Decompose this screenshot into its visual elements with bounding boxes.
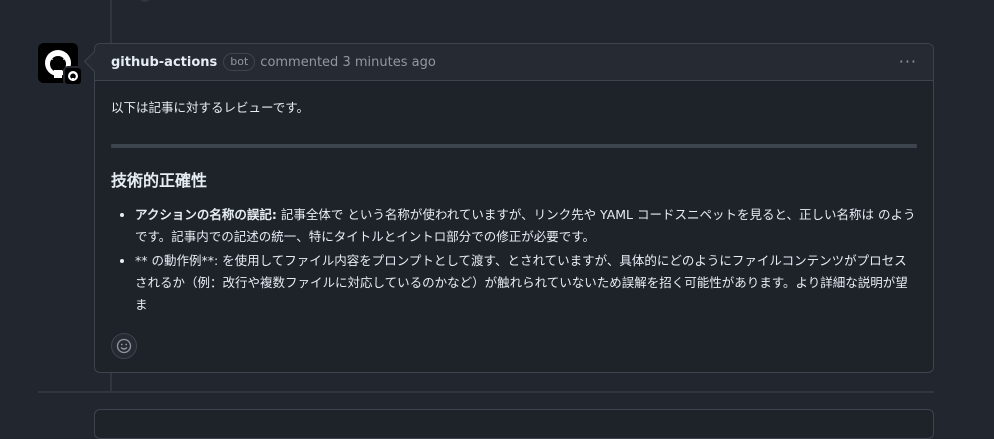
comment-timestamp[interactable]: commented 3 minutes ago bbox=[260, 55, 435, 70]
avatar[interactable] bbox=[38, 43, 83, 86]
comment-body: 以下は記事に対するレビューです。 技術的正確性 アクションの名称の誤記: 記事全… bbox=[95, 81, 933, 316]
smiley-icon bbox=[116, 338, 132, 354]
list-item: アクションの名称の誤記: 記事全体で という名称が使われていますが、リンク先や … bbox=[135, 204, 917, 248]
comment-pointer bbox=[83, 50, 106, 73]
list-item-text: ** の動作例**: を使用してファイル内容をプロンプトとして渡す、とされていま… bbox=[135, 253, 908, 312]
add-reaction-button[interactable] bbox=[111, 333, 137, 359]
review-list: アクションの名称の誤記: 記事全体で という名称が使われていますが、リンク先や … bbox=[111, 204, 917, 316]
comment-header: github-actions bot commented 3 minutes a… bbox=[83, 44, 933, 81]
list-item: ** の動作例**: を使用してファイル内容をプロンプトとして渡す、とされていま… bbox=[135, 250, 917, 316]
next-comment-box bbox=[94, 409, 934, 439]
github-app-badge-icon bbox=[63, 66, 83, 86]
section-heading: 技術的正確性 bbox=[111, 171, 208, 190]
comment-intro: 以下は記事に対するレビューです。 bbox=[111, 100, 310, 115]
timeline-marker bbox=[139, 0, 151, 2]
list-item-strong: アクションの名称の誤記: bbox=[135, 207, 277, 222]
horizontal-rule bbox=[111, 144, 917, 148]
comment-author[interactable]: github-actions bbox=[111, 55, 217, 70]
timeline-divider bbox=[38, 391, 934, 393]
kebab-horizontal-icon[interactable]: ··· bbox=[899, 52, 917, 71]
bot-badge: bot bbox=[223, 53, 256, 71]
comment-box: github-actions bot commented 3 minutes a… bbox=[83, 43, 934, 373]
